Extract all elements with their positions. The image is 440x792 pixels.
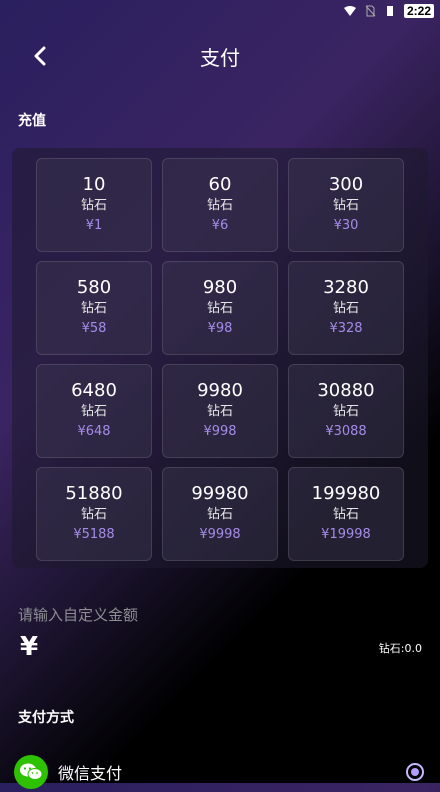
package-amount: 980 (202, 277, 238, 298)
diamond-readout: 钻石:0.0 (378, 642, 422, 655)
payment-radio[interactable] (406, 763, 424, 781)
package-amount: 300 (328, 174, 364, 195)
battery-icon (386, 6, 393, 16)
package-card[interactable]: 980 钻石 ¥98 (162, 261, 278, 355)
custom-amount-label: 请输入自定义金额 (18, 606, 139, 624)
package-amount: 580 (76, 277, 112, 298)
custom-amount-input[interactable] (52, 634, 356, 664)
package-grid: 10 钻石 ¥1 60 钻石 ¥6 300 钻石 ¥30 580 钻石 ¥58 … (36, 158, 404, 561)
package-unit: 钻石 (206, 301, 233, 316)
header: 支付 (0, 36, 440, 76)
package-amount: 3280 (323, 277, 369, 298)
package-unit: 钻石 (332, 507, 359, 522)
payment-method-wechat[interactable]: 微信支付 (14, 752, 424, 792)
package-price: ¥998 (203, 424, 237, 439)
radio-selected-dot (411, 768, 419, 776)
package-amount: 6480 (71, 380, 117, 401)
package-amount: 51880 (65, 483, 123, 504)
package-card[interactable]: 99980 钻石 ¥9998 (162, 467, 278, 561)
package-price: ¥19998 (321, 527, 371, 542)
package-price: ¥5188 (73, 527, 115, 542)
package-card[interactable]: 30880 钻石 ¥3088 (288, 364, 404, 458)
package-card[interactable]: 580 钻石 ¥58 (36, 261, 152, 355)
package-amount: 10 (82, 174, 106, 195)
package-price: ¥1 (85, 218, 103, 233)
chevron-left-icon (34, 46, 46, 66)
package-card[interactable]: 6480 钻石 ¥648 (36, 364, 152, 458)
package-card[interactable]: 9980 钻石 ¥998 (162, 364, 278, 458)
back-button[interactable] (28, 44, 52, 68)
package-unit: 钻石 (80, 404, 107, 419)
no-sim-icon (365, 5, 376, 17)
recharge-section-title: 充值 (18, 113, 46, 129)
package-card[interactable]: 51880 钻石 ¥5188 (36, 467, 152, 561)
package-amount: 99980 (191, 483, 249, 504)
wechat-icon (14, 755, 48, 789)
status-time: 2:22 (403, 4, 434, 18)
package-unit: 钻石 (206, 404, 233, 419)
package-amount: 30880 (317, 380, 375, 401)
package-price: ¥58 (81, 321, 107, 336)
package-price: ¥30 (333, 218, 359, 233)
package-price: ¥6 (211, 218, 229, 233)
package-unit: 钻石 (206, 507, 233, 522)
package-amount: 60 (208, 174, 232, 195)
package-amount: 9980 (197, 380, 243, 401)
package-card[interactable]: 199980 钻石 ¥19998 (288, 467, 404, 561)
package-price: ¥9998 (199, 527, 241, 542)
package-unit: 钻石 (206, 198, 233, 213)
package-card[interactable]: 300 钻石 ¥30 (288, 158, 404, 252)
package-unit: 钻石 (80, 198, 107, 213)
payment-section-title: 支付方式 (18, 710, 74, 726)
package-price: ¥3088 (325, 424, 367, 439)
wifi-icon (343, 6, 356, 16)
package-price: ¥648 (77, 424, 111, 439)
currency-symbol: ¥ (20, 632, 39, 662)
package-amount: 199980 (311, 483, 381, 504)
page-title: 支付 (200, 45, 240, 70)
package-unit: 钻石 (80, 301, 107, 316)
package-card[interactable]: 60 钻石 ¥6 (162, 158, 278, 252)
package-panel: 10 钻石 ¥1 60 钻石 ¥6 300 钻石 ¥30 580 钻石 ¥58 … (12, 148, 428, 568)
package-price: ¥328 (329, 321, 363, 336)
package-card[interactable]: 3280 钻石 ¥328 (288, 261, 404, 355)
package-unit: 钻石 (332, 301, 359, 316)
package-unit: 钻石 (332, 198, 359, 213)
package-card[interactable]: 10 钻石 ¥1 (36, 158, 152, 252)
package-price: ¥98 (207, 321, 233, 336)
status-bar: 2:22 (0, 0, 440, 22)
package-unit: 钻石 (80, 507, 107, 522)
payment-method-label: 微信支付 (58, 764, 123, 783)
package-unit: 钻石 (332, 404, 359, 419)
